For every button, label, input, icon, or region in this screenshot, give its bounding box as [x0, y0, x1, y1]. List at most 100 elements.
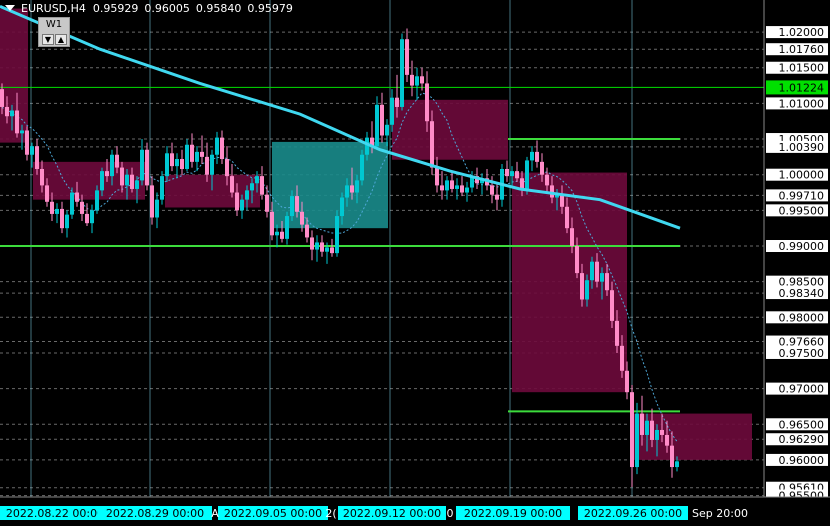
- bull-candle: [10, 110, 14, 117]
- timeframe-label: W1: [45, 19, 63, 30]
- bull-candle: [30, 146, 34, 155]
- bear-candle: [620, 345, 624, 371]
- bear-candle: [190, 144, 194, 162]
- bear-candle: [75, 192, 79, 202]
- bear-candle: [265, 194, 269, 212]
- date-label: 2022.09.19 00:00: [464, 507, 562, 520]
- bear-candle: [495, 194, 499, 200]
- bull-candle: [360, 154, 364, 181]
- bear-candle: [435, 167, 439, 186]
- bear-candle: [660, 429, 664, 435]
- price-tick-label: 1.01000: [779, 97, 825, 110]
- bear-candle: [380, 104, 384, 136]
- date-label-fragment: 2(: [325, 507, 336, 520]
- bear-candle: [395, 97, 399, 107]
- bull-candle: [345, 185, 349, 198]
- price-tick-label: 1.01760: [779, 43, 825, 56]
- bear-candle: [105, 171, 109, 177]
- bear-candle: [305, 224, 309, 238]
- bear-candle: [115, 154, 119, 168]
- bear-candle: [320, 242, 324, 252]
- bull-candle: [165, 153, 169, 177]
- bear-candle: [60, 208, 64, 229]
- bull-candle: [250, 183, 254, 191]
- bear-candle: [295, 196, 299, 212]
- bull-candle: [20, 130, 24, 134]
- bear-candle: [235, 192, 239, 211]
- bull-candle: [240, 199, 244, 211]
- price-tick-label: 0.99710: [779, 189, 825, 202]
- demand-zone: [272, 141, 388, 229]
- bear-candle: [405, 39, 409, 75]
- bull-candle: [585, 280, 589, 300]
- bear-candle: [45, 185, 49, 202]
- open-price: 0.95929: [92, 1, 139, 15]
- trading-chart-window[interactable]: 1.02000 1.01760 1.01500 1.01000 1.00500 1.003…: [0, 0, 830, 526]
- timeframe-down-button[interactable]: ▼: [42, 34, 54, 45]
- bear-candle: [120, 167, 124, 186]
- bull-candle: [525, 160, 529, 191]
- bear-candle: [35, 146, 39, 169]
- price-tick-label: 0.96290: [779, 433, 825, 446]
- bear-candle: [180, 159, 184, 169]
- timeframe-switcher[interactable]: W1 ▼ ▲: [38, 17, 70, 47]
- bull-candle: [635, 413, 639, 468]
- bull-candle: [355, 180, 359, 193]
- date-label: 2022.09.05 00:00: [224, 507, 322, 520]
- supply-zone: [392, 99, 508, 160]
- bear-candle: [575, 246, 579, 274]
- price-tick-label: 0.98340: [779, 287, 825, 300]
- bear-candle: [545, 174, 549, 186]
- bear-candle: [490, 185, 494, 195]
- chart-canvas[interactable]: 1.020001.017601.015001.010001.005001.003…: [0, 0, 830, 526]
- bear-candle: [605, 273, 609, 291]
- bear-candle: [650, 420, 654, 440]
- bear-candle: [610, 290, 614, 321]
- bear-candle: [270, 211, 274, 236]
- bear-candle: [5, 106, 9, 117]
- bear-candle: [560, 194, 564, 207]
- bull-candle: [160, 176, 164, 200]
- bull-candle: [155, 199, 159, 218]
- price-tick-label: 1.00390: [779, 141, 825, 154]
- bull-candle: [65, 214, 69, 229]
- bear-candle: [330, 247, 334, 254]
- bear-candle: [460, 185, 464, 193]
- price-tick-label: 0.96500: [779, 418, 825, 431]
- bear-candle: [595, 261, 599, 282]
- bull-candle: [140, 149, 144, 181]
- bear-candle: [300, 211, 304, 225]
- bull-candle: [590, 261, 594, 281]
- bear-candle: [665, 434, 669, 446]
- price-tick-label: 0.97500: [779, 347, 825, 360]
- bear-candle: [580, 273, 584, 300]
- close-price: 0.95979: [247, 1, 293, 15]
- date-label: Sep 20:00: [692, 507, 748, 520]
- bear-candle: [50, 201, 54, 214]
- bear-candle: [150, 185, 154, 218]
- bear-candle: [440, 185, 444, 191]
- supply-zone: [512, 172, 627, 393]
- price-tick-label: 1.02000: [779, 26, 825, 39]
- bear-candle: [350, 185, 354, 193]
- bull-candle: [325, 247, 329, 252]
- bear-candle: [550, 185, 554, 198]
- current-price-label: 1.01224: [779, 81, 825, 94]
- date-label: 2022.09.26 00:00: [584, 507, 682, 520]
- bear-candle: [0, 89, 4, 107]
- bear-candle: [200, 151, 204, 157]
- bear-candle: [280, 231, 284, 239]
- bear-candle: [430, 121, 434, 168]
- bear-candle: [15, 110, 19, 134]
- bull-candle: [275, 231, 279, 236]
- bull-candle: [375, 104, 379, 147]
- price-tick-label: 0.96000: [779, 454, 825, 467]
- date-label-fragment: A: [211, 507, 219, 520]
- symbol-header: EURUSD,H4 0.95929 0.96005 0.95840 0.9597…: [0, 0, 299, 16]
- collapse-triangle-icon[interactable]: [5, 5, 15, 11]
- bull-candle: [340, 197, 344, 217]
- bull-candle: [110, 154, 114, 177]
- timeframe-up-button[interactable]: ▲: [55, 34, 67, 45]
- price-tick-label: 0.99000: [779, 240, 825, 253]
- bear-candle: [570, 228, 574, 247]
